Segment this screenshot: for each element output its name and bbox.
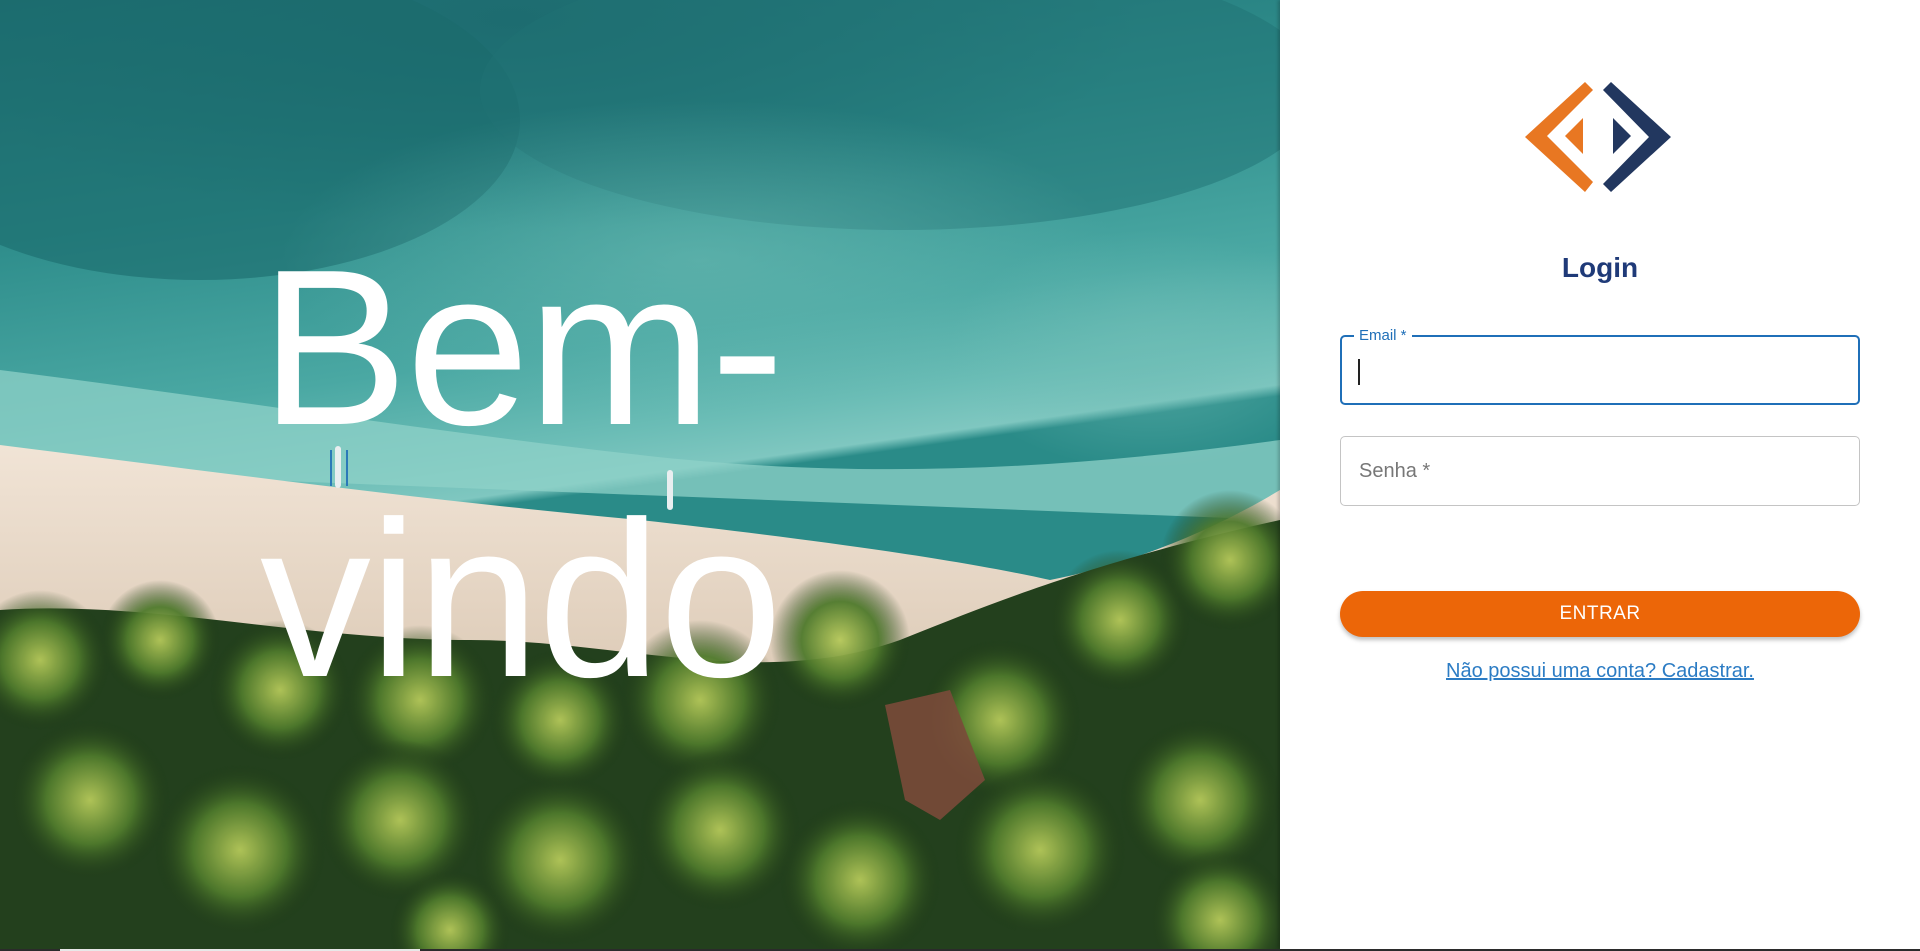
- brand-logo-icon: [1525, 82, 1671, 192]
- welcome-heading: Bem- vindo: [260, 222, 900, 726]
- welcome-heading-line1: Bem-: [260, 224, 784, 472]
- hero-image: Bem- vindo: [0, 0, 1280, 949]
- password-field[interactable]: [1340, 436, 1860, 506]
- login-panel: Login Email * ENTRAR Não possui uma cont…: [1280, 0, 1920, 949]
- register-link[interactable]: Não possui uma conta? Cadastrar.: [1280, 660, 1920, 683]
- password-input[interactable]: [1357, 455, 1841, 487]
- email-label: Email *: [1354, 327, 1412, 344]
- login-title: Login: [1561, 252, 1639, 283]
- welcome-heading-line2: vindo: [260, 476, 783, 724]
- email-field[interactable]: Email *: [1340, 327, 1860, 405]
- login-page: Bem- vindo Login Email * ENTRAR Não poss…: [0, 0, 1920, 949]
- text-caret: [1358, 359, 1360, 385]
- email-input[interactable]: [1358, 355, 1842, 387]
- login-submit-button[interactable]: ENTRAR: [1340, 591, 1860, 637]
